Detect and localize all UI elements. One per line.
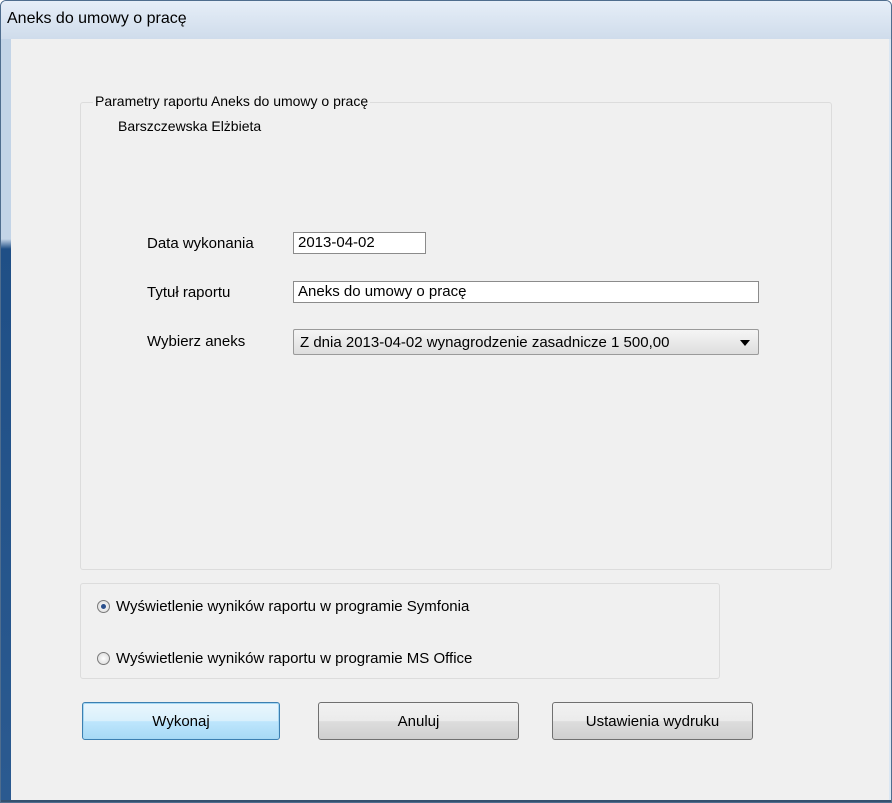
date-label: Data wykonania <box>147 235 254 252</box>
annex-selected-value: Z dnia 2013-04-02 wynagrodzenie zasadnic… <box>300 334 670 351</box>
option-ms-office[interactable]: Wyświetlenie wyników raportu w programie… <box>97 650 472 667</box>
report-title-label: Tytuł raportu <box>147 284 231 301</box>
option-ms-office-label[interactable]: Wyświetlenie wyników raportu w programie… <box>116 650 472 667</box>
report-title-input[interactable]: Aneks do umowy o pracę <box>293 281 759 303</box>
radio-symfonia-icon[interactable] <box>97 600 110 613</box>
annex-label: Wybierz aneks <box>147 333 246 350</box>
option-symfonia-label[interactable]: Wyświetlenie wyników raportu w programie… <box>116 598 469 615</box>
radio-ms-office-icon[interactable] <box>97 652 110 665</box>
report-parameters-group: Parametry raportu Aneks do umowy o pracę… <box>80 93 832 570</box>
execute-button[interactable]: Wykonaj <box>82 702 280 740</box>
window-frame-bottom <box>1 800 891 802</box>
cancel-button[interactable]: Anuluj <box>318 702 519 740</box>
print-settings-button[interactable]: Ustawienia wydruku <box>552 702 753 740</box>
window-frame-left <box>1 39 11 802</box>
date-input[interactable]: 2013-04-02 <box>293 232 426 254</box>
output-options-group: Wyświetlenie wyników raportu w programie… <box>80 583 720 679</box>
report-parameters-label: Parametry raportu Aneks do umowy o pracę <box>93 93 371 109</box>
window-title: Aneks do umowy o pracę <box>7 10 187 27</box>
annex-select[interactable]: Z dnia 2013-04-02 wynagrodzenie zasadnic… <box>293 329 759 355</box>
option-symfonia[interactable]: Wyświetlenie wyników raportu w programie… <box>97 598 469 615</box>
title-bar[interactable]: Aneks do umowy o pracę <box>1 1 891 39</box>
dialog-client-area: Parametry raportu Aneks do umowy o pracę… <box>11 39 889 800</box>
dropdown-arrow-icon[interactable] <box>740 340 750 346</box>
employee-name: Barszczewska Elżbieta <box>118 118 262 134</box>
dialog-window: Aneks do umowy o pracę Parametry raportu… <box>0 0 892 803</box>
